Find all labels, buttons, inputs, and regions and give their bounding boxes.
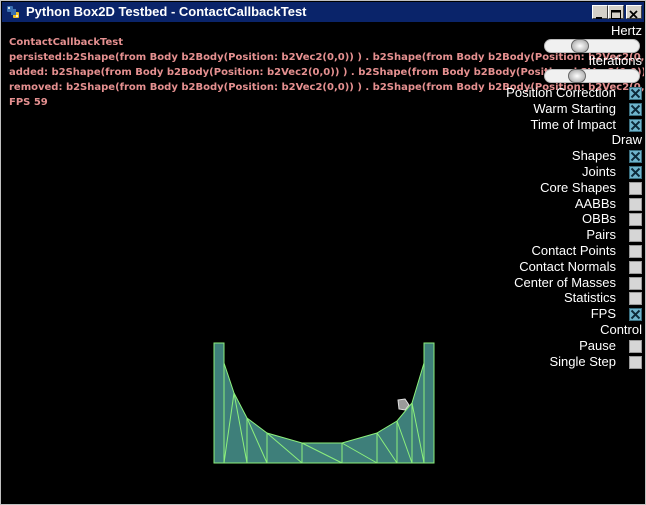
option-label-pairs: Pairs — [586, 227, 616, 243]
testbed-canvas[interactable]: ContactCallbackTest persisted:b2Shape(fr… — [2, 23, 644, 503]
check-x-icon — [630, 88, 641, 99]
option-label-statistics: Statistics — [563, 290, 616, 306]
minimize-button[interactable] — [592, 5, 608, 19]
aabbs-checkbox[interactable] — [629, 197, 642, 211]
option-label-time-of-impact: Time of Impact — [530, 116, 616, 132]
option-label-joints: Joints — [582, 164, 616, 179]
pause-checkbox[interactable] — [629, 339, 642, 353]
iterations-label: Iterations — [588, 53, 642, 68]
app-window: Python Box2D Testbed - ContactCallbackTe… — [0, 0, 646, 505]
hertz-slider-handle[interactable] — [570, 39, 589, 53]
option-label-pause: Pause — [579, 337, 616, 353]
option-label-contact-points: Contact Points — [531, 243, 616, 258]
warm-starting-checkbox[interactable] — [629, 102, 642, 116]
position-correction-checkbox[interactable] — [629, 87, 642, 100]
draw-section-header: Draw — [611, 132, 642, 148]
check-x-icon — [630, 167, 641, 178]
check-x-icon — [630, 151, 641, 162]
contact-points-checkbox[interactable] — [629, 245, 642, 258]
option-label-contact-normals: Contact Normals — [519, 258, 616, 274]
option-label-single-step: Single Step — [549, 353, 617, 369]
option-label-warm-starting: Warm Starting — [533, 100, 616, 116]
python-app-icon — [7, 6, 19, 18]
window-title: Python Box2D Testbed - ContactCallbackTe… — [26, 4, 307, 19]
control-section-header: Control — [600, 322, 642, 337]
minimize-icon — [596, 17, 602, 19]
obbs-checkbox[interactable] — [629, 213, 642, 227]
hertz-slider[interactable] — [544, 39, 640, 53]
iterations-slider[interactable] — [544, 69, 640, 83]
option-label-aabbs: AABBs — [574, 195, 616, 211]
time-of-impact-checkbox[interactable] — [629, 118, 642, 132]
option-label-position-correction: Position Correction — [506, 85, 616, 100]
check-x-icon — [630, 120, 641, 130]
maximize-icon — [611, 10, 621, 19]
left-wall — [213, 342, 225, 464]
iterations-slider-handle[interactable] — [568, 69, 587, 83]
statistics-checkbox[interactable] — [629, 292, 642, 306]
close-button[interactable] — [626, 5, 642, 19]
close-icon — [629, 10, 638, 19]
single-step-checkbox[interactable] — [629, 355, 642, 369]
option-label-center-of-masses: Center of Masses — [514, 274, 616, 290]
hertz-label: Hertz — [610, 23, 642, 38]
shapes-checkbox[interactable] — [629, 150, 642, 164]
option-label-shapes: Shapes — [571, 148, 616, 164]
option-label-fps: FPS — [590, 306, 616, 322]
right-wall — [423, 342, 435, 464]
maximize-button[interactable] — [608, 5, 624, 19]
joints-checkbox[interactable] — [629, 166, 642, 179]
check-x-icon — [630, 309, 641, 320]
pairs-checkbox[interactable] — [629, 229, 642, 243]
contact-normals-checkbox[interactable] — [629, 260, 642, 274]
option-label-core-shapes: Core Shapes — [540, 179, 616, 195]
option-label-obbs: OBBs — [582, 211, 616, 227]
title-bar[interactable]: Python Box2D Testbed - ContactCallbackTe… — [2, 2, 644, 22]
core-shapes-checkbox[interactable] — [629, 181, 642, 195]
bowl-body — [223, 362, 425, 464]
center-of-masses-checkbox[interactable] — [629, 276, 642, 290]
fps-checkbox[interactable] — [629, 308, 642, 322]
check-x-icon — [630, 104, 641, 115]
